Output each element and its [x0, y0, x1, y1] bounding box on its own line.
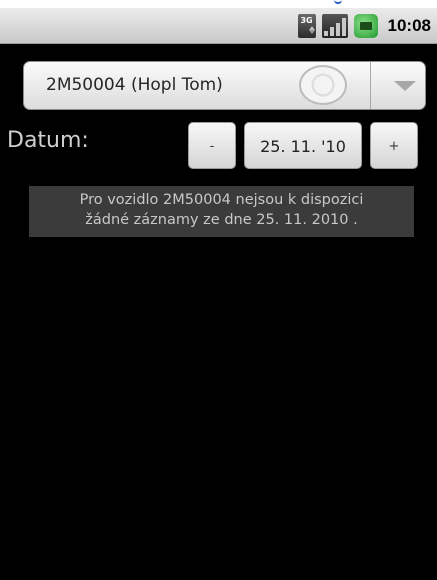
vehicle-spinner[interactable]: 2M50004 (Hopl Tom): [23, 61, 426, 110]
status-clock: 10:08: [387, 16, 431, 35]
message-line-2: žádné záznamy ze dne 25. 11. 2010 .: [85, 212, 358, 228]
signal-strength-icon: [321, 14, 348, 38]
top-accent: [334, 0, 342, 4]
battery-charging-icon: [353, 14, 378, 38]
vehicle-selected-label: 2M50004 (Hopl Tom): [46, 75, 223, 95]
top-strip: [0, 0, 437, 8]
spinner-divider: [370, 62, 371, 109]
previous-day-button[interactable]: -: [188, 122, 236, 169]
chevron-down-icon[interactable]: [384, 62, 426, 109]
date-picker-button[interactable]: 25. 11. '10: [244, 122, 362, 169]
date-label: Datum:: [7, 128, 89, 153]
next-day-button[interactable]: +: [370, 122, 418, 169]
3g-data-icon: 3G: [297, 14, 316, 38]
status-icons: 3G 10:08: [297, 8, 437, 44]
status-bar: 3G 10:08: [0, 8, 437, 44]
no-records-message: Pro vozidlo 2M50004 nejsou k dispozici ž…: [29, 186, 414, 237]
message-line-1: Pro vozidlo 2M50004 nejsou k dispozici: [79, 192, 364, 208]
radio-ring-icon: [299, 65, 347, 105]
data-arrows-icon: [308, 26, 315, 34]
